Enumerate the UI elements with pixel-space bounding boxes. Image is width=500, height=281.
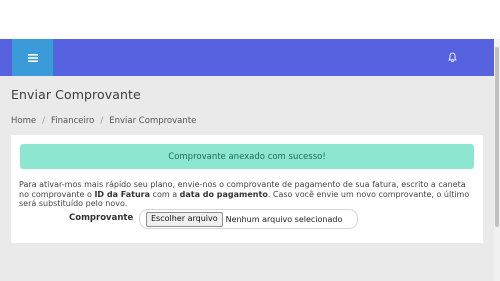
upload-card: Comprovante anexado com sucesso! Para at… xyxy=(11,135,483,243)
breadcrumb: Home / Financeiro / Enviar Comprovante xyxy=(11,116,196,126)
choose-file-button[interactable]: Escolher arquivo xyxy=(146,211,223,227)
instructions-bold-invoice-id: ID da Fatura xyxy=(94,189,151,199)
instructions-part2: com a xyxy=(150,189,180,199)
comprovante-label: Comprovante xyxy=(69,213,134,223)
bell-icon[interactable] xyxy=(447,52,458,63)
success-alert: Comprovante anexado com sucesso! xyxy=(20,144,474,169)
breadcrumb-home[interactable]: Home xyxy=(11,116,36,126)
page-title: Enviar Comprovante xyxy=(11,87,141,102)
instructions-bold-payment-date: data do pagamento xyxy=(179,189,268,199)
breadcrumb-financeiro[interactable]: Financeiro xyxy=(51,116,94,126)
instructions-text: Para ativar-mos mais rápido seu plano, e… xyxy=(19,180,474,209)
file-status-text: Nenhum arquivo selecionado xyxy=(225,214,343,224)
hamburger-menu-icon xyxy=(27,53,38,62)
breadcrumb-current: Enviar Comprovante xyxy=(109,116,197,126)
menu-toggle-button[interactable] xyxy=(12,39,53,76)
breadcrumb-separator: / xyxy=(42,116,45,126)
browser-top-area xyxy=(0,0,500,39)
page-scrollbar[interactable] xyxy=(494,39,500,281)
scrollbar-thumb[interactable] xyxy=(495,47,499,227)
file-input[interactable]: Escolher arquivo Nenhum arquivo selecion… xyxy=(139,209,358,229)
top-navbar xyxy=(0,39,494,76)
breadcrumb-separator: / xyxy=(100,116,104,126)
